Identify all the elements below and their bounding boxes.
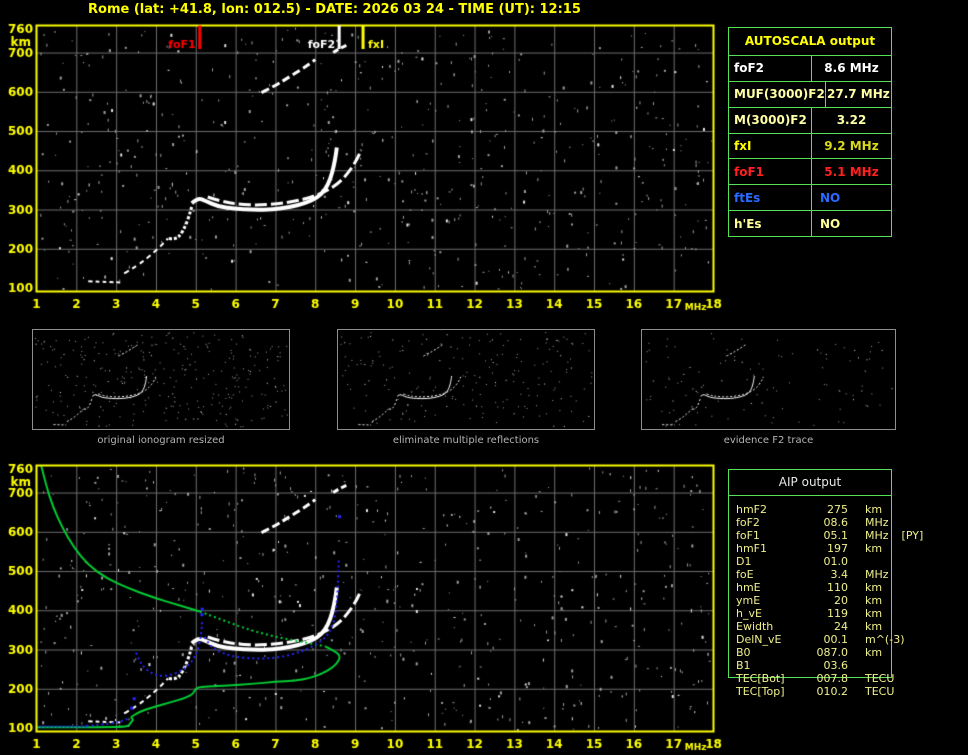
param-label: B0	[736, 646, 751, 659]
table-row: hmF2 275 km	[736, 503, 894, 516]
param-value: 24	[834, 620, 848, 633]
param-label: M(3000)F2	[729, 107, 812, 133]
aip-table-rows: hmF2 275 km foF2 08.6 MHz foF1 05.1 MHz [PY] hmF1 1…	[736, 503, 923, 698]
param-value: 5.1 MHz	[824, 164, 879, 179]
param-value: 007.8	[816, 672, 849, 685]
table-row: TEC[Bot] 007.8 TECU	[736, 672, 894, 685]
param-value: 275	[827, 503, 848, 516]
param-label: hmF2	[736, 503, 768, 516]
table-row: h'Es NO	[729, 211, 891, 237]
param-value: 05.1	[823, 529, 849, 542]
param-unit: m^(-3)	[865, 633, 905, 646]
param-value: 03.6	[823, 659, 849, 672]
table-row: foF1 05.1 MHz [PY]	[736, 529, 923, 542]
param-unit: km	[865, 503, 883, 516]
param-unit: km	[865, 581, 883, 594]
table-row: B1 03.6	[736, 659, 894, 672]
table-row: M(3000)F2 3.22	[729, 107, 891, 134]
param-label: foF1	[729, 159, 812, 185]
table-row: hmE 110 km	[736, 581, 894, 594]
param-value: 01.0	[823, 555, 849, 568]
param-value: 119	[827, 607, 848, 620]
param-label: foF2	[729, 56, 812, 81]
table-row: MUF(3000)F2 27.7 MHz	[729, 81, 891, 108]
param-value: NO	[820, 190, 841, 205]
param-value: 110	[827, 581, 848, 594]
table-row: D1 01.0	[736, 555, 894, 568]
param-label: TEC[Top]	[736, 685, 785, 698]
autoscala-output-table: AUTOSCALA output foF2 8.6 MHz MUF(3000)F2 2…	[728, 27, 892, 237]
param-value: 08.6	[823, 516, 849, 529]
param-value: 27.7 MHz	[827, 87, 890, 102]
param-label: hmF1	[736, 542, 768, 555]
aip-table-title: AIP output	[729, 470, 891, 496]
param-label: ymE	[736, 594, 761, 607]
param-value: 20	[834, 594, 848, 607]
param-label: h'Es	[729, 211, 812, 237]
table-row: foE 3.4 MHz	[736, 568, 894, 581]
param-extra: [PY]	[901, 529, 924, 542]
param-unit: km	[865, 620, 883, 633]
param-value: 087.0	[816, 646, 849, 659]
param-label: ftEs	[729, 185, 812, 211]
param-label: TEC[Bot]	[736, 672, 785, 685]
autoscala-screen: { "header": { "title": "Rome (lat: +41.8…	[0, 0, 968, 755]
param-unit: km	[865, 542, 883, 555]
table-row: fxI 9.2 MHz	[729, 133, 891, 160]
table-row: h_vE 119 km	[736, 607, 894, 620]
param-value: 3.22	[836, 113, 867, 128]
param-unit: km	[865, 594, 883, 607]
param-value: 8.6 MHz	[824, 61, 879, 76]
thumbnail-caption: eliminate multiple reflections	[392, 435, 540, 446]
table-row: B0 087.0 km	[736, 646, 894, 659]
param-label: h_vE	[736, 607, 762, 620]
window-title: Rome (lat: +41.8, lon: 012.5) - DATE: 20…	[88, 2, 581, 17]
table-row: hmF1 197 km	[736, 542, 894, 555]
table-row: DelN_vE 00.1 m^(-3)	[736, 633, 904, 646]
param-unit: MHz	[865, 516, 889, 529]
autoscala-table-rows: foF2 8.6 MHz MUF(3000)F2 27.7 MHz M(3000)F2 3…	[729, 56, 891, 237]
table-row: ftEs NO	[729, 185, 891, 212]
param-label: foF2	[736, 516, 760, 529]
param-value: 9.2 MHz	[824, 139, 879, 153]
thumbnail-caption: original ionogram resized	[97, 435, 225, 446]
thumbnail-eliminate-reflections	[337, 329, 595, 430]
table-row: foF2 08.6 MHz	[736, 516, 894, 529]
param-value: 00.1	[823, 633, 849, 646]
table-row: foF1 5.1 MHz	[729, 159, 891, 186]
param-unit: km	[865, 607, 883, 620]
param-unit: MHz	[865, 529, 889, 542]
ionogram-plot-top	[0, 18, 725, 315]
param-label: D1	[736, 555, 752, 568]
param-unit: TECU	[865, 685, 895, 698]
param-value: 010.2	[816, 685, 849, 698]
param-value: 3.4	[830, 568, 849, 581]
param-unit: TECU	[865, 672, 895, 685]
thumbnail-caption: evidence F2 trace	[723, 435, 814, 446]
param-label: DelN_vE	[736, 633, 782, 646]
thumbnail-original-ionogram	[32, 329, 290, 430]
ionogram-plot-bottom	[0, 458, 725, 755]
param-unit: km	[865, 646, 883, 659]
autoscala-table-title: AUTOSCALA output	[729, 28, 891, 56]
table-row: Ewidth 24 km	[736, 620, 894, 633]
table-row: TEC[Top] 010.2 TECU	[736, 685, 894, 698]
param-label: Ewidth	[736, 620, 774, 633]
param-label: foF1	[736, 529, 760, 542]
param-value: 197	[827, 542, 848, 555]
param-label: fxI	[729, 133, 812, 159]
param-value: NO	[820, 216, 841, 231]
param-label: foE	[736, 568, 754, 581]
param-label: MUF(3000)F2	[729, 81, 826, 107]
thumbnail-evidence-f2-trace	[641, 329, 896, 430]
table-row: foF2 8.6 MHz	[729, 56, 891, 82]
param-label: B1	[736, 659, 751, 672]
table-row: ymE 20 km	[736, 594, 894, 607]
param-unit: MHz	[865, 568, 889, 581]
param-label: hmE	[736, 581, 761, 594]
